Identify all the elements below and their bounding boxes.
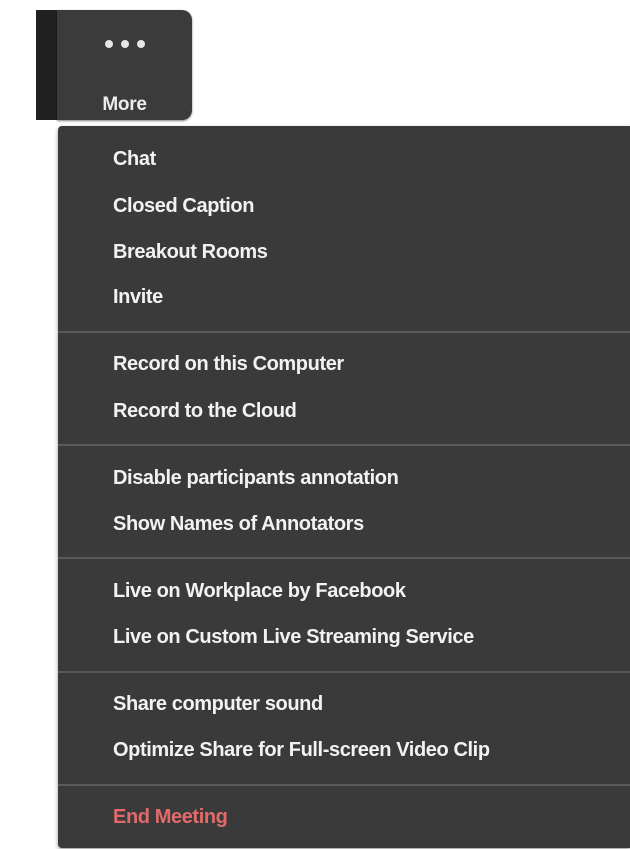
menu-item-chat[interactable]: Chat (113, 140, 630, 178)
more-dropdown-menu: Chat Closed Caption Breakout Rooms Invit… (58, 126, 630, 848)
menu-item-show-annotator-names[interactable]: Show Names of Annotators (113, 505, 630, 543)
menu-divider (58, 331, 630, 333)
menu-divider (58, 784, 630, 786)
menu-item-disable-annotation[interactable]: Disable participants annotation (113, 459, 630, 497)
ellipsis-icon (57, 40, 192, 48)
menu-divider (58, 444, 630, 446)
menu-item-invite[interactable]: Invite (113, 278, 630, 316)
more-button[interactable]: More (57, 10, 192, 120)
menu-item-end-meeting[interactable]: End Meeting (113, 798, 630, 836)
menu-item-live-workplace[interactable]: Live on Workplace by Facebook (113, 572, 630, 610)
menu-item-record-computer[interactable]: Record on this Computer (113, 345, 630, 383)
menu-item-optimize-share[interactable]: Optimize Share for Full-screen Video Cli… (113, 731, 630, 769)
meeting-toolbar-area: More Chat Closed Caption Breakout Rooms … (0, 0, 630, 849)
menu-divider (58, 557, 630, 559)
menu-item-closed-caption[interactable]: Closed Caption (113, 187, 630, 225)
menu-item-breakout-rooms[interactable]: Breakout Rooms (113, 233, 630, 271)
menu-item-share-computer-sound[interactable]: Share computer sound (113, 685, 630, 723)
more-button-label: More (102, 94, 147, 115)
menu-item-record-cloud[interactable]: Record to the Cloud (113, 392, 630, 430)
menu-divider (58, 671, 630, 673)
menu-item-live-custom-streaming[interactable]: Live on Custom Live Streaming Service (113, 618, 630, 656)
